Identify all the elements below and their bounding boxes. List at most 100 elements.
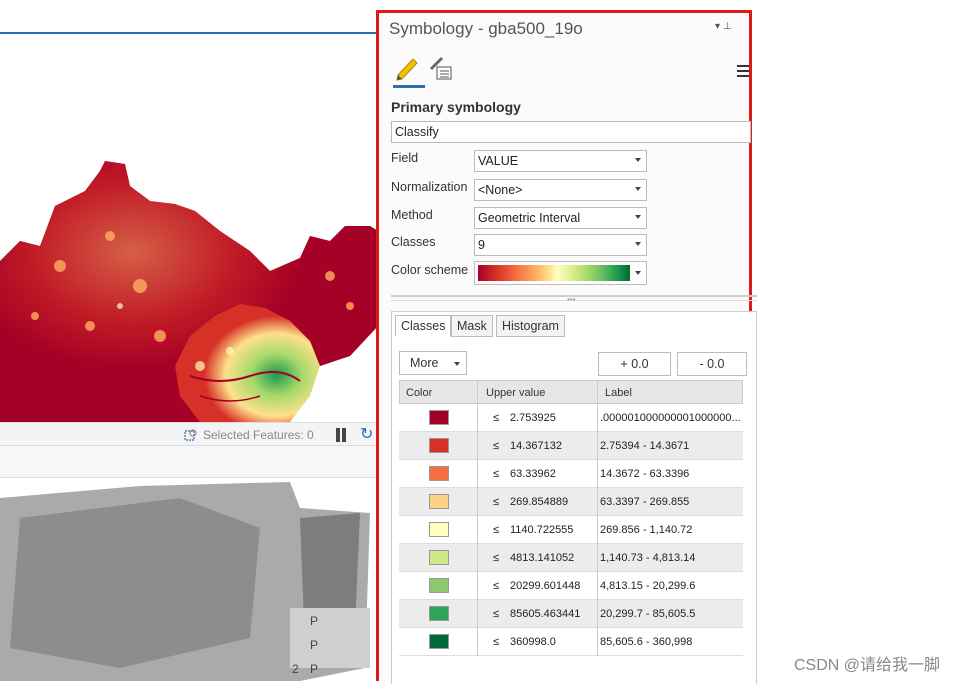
- class-label[interactable]: 63.3397 - 269.855: [600, 496, 743, 508]
- tab-mask[interactable]: Mask: [451, 315, 493, 337]
- section-title: Primary symbology: [391, 99, 521, 115]
- table-row[interactable]: ≤2.753925 .000001000000001000000...: [399, 404, 743, 432]
- class-label[interactable]: 14.3672 - 63.3396: [600, 468, 743, 480]
- normalization-label: Normalization: [391, 180, 468, 194]
- attribute-table-toolbar: [0, 446, 378, 478]
- class-label[interactable]: .000001000000001000000...: [600, 412, 743, 424]
- less-equal-symbol: ≤: [493, 636, 500, 648]
- classes-dropdown[interactable]: 9: [474, 234, 647, 256]
- increase-precision-button[interactable]: + 0.0: [598, 352, 671, 376]
- watermark: CSDN @请给我一脚: [794, 657, 941, 674]
- less-equal-symbol: ≤: [493, 552, 500, 564]
- column-header-label[interactable]: Label: [605, 387, 632, 399]
- color-swatch[interactable]: [429, 466, 449, 481]
- pane-menu-icon[interactable]: [737, 65, 749, 79]
- raster-map-image: [0, 161, 378, 422]
- table-row[interactable]: ≤1140.722555 269.856 - 1,140.72: [399, 516, 743, 544]
- map-view-tab-bar: [0, 0, 378, 34]
- field-label: Field: [391, 151, 419, 165]
- color-swatch[interactable]: [429, 634, 449, 649]
- class-label[interactable]: 85,605.6 - 360,998: [600, 636, 743, 648]
- map-canvas[interactable]: [0, 36, 378, 422]
- more-button-label: More: [410, 356, 439, 370]
- table-row[interactable]: ≤269.854889 63.3397 - 269.855: [399, 488, 743, 516]
- color-swatch[interactable]: [429, 438, 449, 453]
- less-equal-symbol: ≤: [493, 496, 500, 508]
- field-dropdown[interactable]: VALUE: [474, 150, 647, 172]
- table-cell: P: [310, 662, 319, 676]
- normalization-dropdown[interactable]: <None>: [474, 179, 647, 201]
- upper-value[interactable]: 360998.0: [510, 636, 556, 648]
- color-swatch[interactable]: [429, 494, 449, 509]
- normalization-value: <None>: [478, 183, 523, 197]
- method-dropdown[interactable]: Geometric Interval: [474, 207, 647, 229]
- class-label[interactable]: 20,299.7 - 85,605.5: [600, 608, 743, 620]
- tab-histogram[interactable]: Histogram: [496, 315, 565, 337]
- table-header: Color Upper value Label: [399, 380, 743, 404]
- class-label[interactable]: 4,813.15 - 20,299.6: [600, 580, 743, 592]
- table-cell: 2: [292, 662, 299, 676]
- table-row[interactable]: ≤14.367132 2.75394 - 14.3671: [399, 432, 743, 460]
- upper-value[interactable]: 14.367132: [510, 440, 562, 452]
- classes-value: 9: [478, 238, 485, 252]
- renderer-dropdown[interactable]: Classify: [391, 121, 751, 143]
- splitter[interactable]: •••: [391, 295, 757, 304]
- more-button[interactable]: More: [399, 351, 467, 375]
- table-row[interactable]: ≤360998.0 85,605.6 - 360,998: [399, 628, 743, 656]
- column-header-color[interactable]: Color: [406, 387, 432, 399]
- upper-value[interactable]: 269.854889: [510, 496, 568, 508]
- table-row[interactable]: ≤85605.463441 20,299.7 - 85,605.5: [399, 600, 743, 628]
- tab-classes[interactable]: Classes: [395, 315, 452, 337]
- less-equal-symbol: ≤: [493, 440, 500, 452]
- color-swatch[interactable]: [429, 606, 449, 621]
- pane-controls: ▾ ⊥: [715, 21, 732, 32]
- redacted-overlay: [0, 478, 378, 681]
- less-equal-symbol: ≤: [493, 468, 500, 480]
- column-header-upper-value[interactable]: Upper value: [486, 387, 545, 399]
- color-swatch[interactable]: [429, 578, 449, 593]
- upper-value[interactable]: 1140.722555: [510, 524, 573, 536]
- table-row[interactable]: ≤63.33962 14.3672 - 63.3396: [399, 460, 743, 488]
- color-ramp-preview: [478, 265, 630, 281]
- less-equal-symbol: ≤: [493, 412, 500, 424]
- table-row[interactable]: ≤4813.141052 1,140.73 - 4,813.14: [399, 544, 743, 572]
- less-equal-symbol: ≤: [493, 608, 500, 620]
- upper-value[interactable]: 2.753925: [510, 412, 556, 424]
- selected-features-icon[interactable]: [184, 428, 198, 442]
- color-swatch[interactable]: [429, 550, 449, 565]
- chevron-down-icon[interactable]: ▾: [715, 21, 720, 32]
- upper-value[interactable]: 85605.463441: [510, 608, 580, 620]
- primary-symbology-icon[interactable]: [395, 55, 419, 81]
- color-swatch[interactable]: [429, 522, 449, 537]
- color-scheme-label: Color scheme: [391, 263, 469, 277]
- decrease-precision-button[interactable]: - 0.0: [677, 352, 747, 376]
- class-label[interactable]: 2.75394 - 14.3671: [600, 440, 743, 452]
- attribute-table: P P 2 P: [0, 478, 378, 681]
- symbol-layers-icon[interactable]: [427, 55, 453, 81]
- upper-value[interactable]: 63.33962: [510, 468, 556, 480]
- table-cell: P: [310, 638, 319, 652]
- class-label[interactable]: 269.856 - 1,140.72: [600, 524, 743, 536]
- table-cell: P: [310, 614, 319, 628]
- refresh-icon[interactable]: ↻: [360, 426, 376, 444]
- pause-drawing-button[interactable]: [334, 428, 348, 442]
- pin-icon[interactable]: ⊥: [723, 21, 732, 32]
- color-swatch[interactable]: [429, 410, 449, 425]
- classes-label: Classes: [391, 235, 436, 249]
- upper-value[interactable]: 20299.601448: [510, 580, 580, 592]
- field-value: VALUE: [478, 154, 519, 168]
- upper-value[interactable]: 4813.141052: [510, 552, 574, 564]
- selected-features-count: Selected Features: 0: [203, 428, 314, 442]
- method-value: Geometric Interval: [478, 211, 581, 225]
- column-divider: [597, 380, 598, 656]
- less-equal-symbol: ≤: [493, 524, 500, 536]
- pane-title: Symbology - gba500_19o: [389, 19, 583, 38]
- class-label[interactable]: 1,140.73 - 4,813.14: [600, 552, 743, 564]
- column-divider: [477, 380, 478, 656]
- color-scheme-dropdown[interactable]: [474, 261, 647, 285]
- map-status-bar: Selected Features: 0 ↻: [0, 422, 378, 446]
- symbology-pane: Symbology - gba500_19o ▾ ⊥ Primary symbo…: [376, 10, 757, 684]
- less-equal-symbol: ≤: [493, 580, 500, 592]
- map-pane: Selected Features: 0 ↻ P P 2 P: [0, 0, 378, 681]
- table-row[interactable]: ≤20299.601448 4,813.15 - 20,299.6: [399, 572, 743, 600]
